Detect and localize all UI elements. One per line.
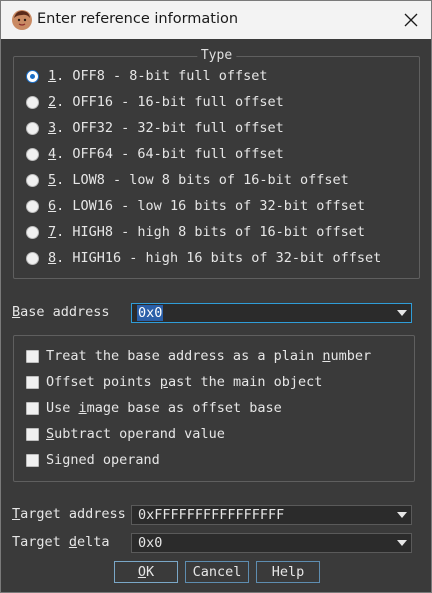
type-option-5[interactable]: 5. LOW8 - low 8 bits of 16-bit offset [26,170,349,190]
type-option-2[interactable]: 2. OFF16 - 16-bit full offset [26,92,284,112]
window-title: Enter reference information [37,11,239,27]
cancel-button[interactable]: Cancel [185,561,249,583]
close-icon [404,13,418,27]
type-option-label: 2. OFF16 - 16-bit full offset [48,94,284,110]
type-option-label: 1. OFF8 - 8-bit full offset [48,68,268,84]
radio-button[interactable] [26,199,39,213]
radio-button[interactable] [26,147,39,161]
option-checkbox-5[interactable]: Signed operand [26,450,160,470]
option-label: Signed operand [46,452,160,468]
radio-button[interactable] [26,121,39,135]
chevron-down-icon[interactable] [393,304,411,322]
target-delta-label: Target delta [12,534,110,550]
close-button[interactable] [391,1,431,39]
type-group-legend: Type [196,48,237,63]
checkbox[interactable] [26,349,39,363]
base-address-label: Base address [12,304,110,320]
type-option-label: 5. LOW8 - low 8 bits of 16-bit offset [48,172,349,188]
type-option-7[interactable]: 7. HIGH8 - high 8 bits of 16-bit offset [26,222,365,242]
app-icon [11,9,33,31]
radio-button[interactable] [26,251,39,265]
radio-button[interactable] [26,225,39,239]
type-option-label: 4. OFF64 - 64-bit full offset [48,146,284,162]
type-group: Type 1. OFF8 - 8-bit full offset 2. OFF16… [13,48,420,279]
type-option-label: 8. HIGH16 - high 16 bits of 32-bit offse… [48,250,382,266]
target-address-value[interactable]: 0xFFFFFFFFFFFFFFFF [138,507,284,523]
target-delta-value[interactable]: 0x0 [138,535,162,551]
chevron-down-icon[interactable] [393,534,411,552]
target-delta-combo[interactable]: 0x0 [131,533,412,553]
help-button[interactable]: Help [256,561,320,583]
dialog-content: Type 1. OFF8 - 8-bit full offset 2. OFF16… [1,39,431,592]
option-checkbox-4[interactable]: Subtract operand value [26,424,225,444]
type-option-6[interactable]: 6. LOW16 - low 16 bits of 32-bit offset [26,196,365,216]
option-label: Treat the base address as a plain number [46,348,372,364]
ok-button[interactable]: OK [114,561,178,583]
checkbox[interactable] [26,401,39,415]
target-address-label: Target address [12,506,126,522]
type-option-label: 6. LOW16 - low 16 bits of 32-bit offset [48,198,366,214]
option-checkbox-2[interactable]: Offset points past the main object [26,372,322,392]
options-group: Treat the base address as a plain number… [13,335,415,482]
checkbox[interactable] [26,427,39,441]
radio-button[interactable] [26,95,39,109]
option-checkbox-1[interactable]: Treat the base address as a plain number [26,346,371,366]
option-label: Subtract operand value [46,426,225,442]
reference-dialog: Enter reference information Type 1. OFF8… [0,0,432,593]
type-option-label: 3. OFF32 - 32-bit full offset [48,120,284,136]
type-option-3[interactable]: 3. OFF32 - 32-bit full offset [26,118,284,138]
checkbox[interactable] [26,375,39,389]
option-label: Use image base as offset base [46,400,282,416]
option-checkbox-3[interactable]: Use image base as offset base [26,398,282,418]
type-option-1[interactable]: 1. OFF8 - 8-bit full offset [26,66,267,86]
chevron-down-icon[interactable] [393,506,411,524]
target-address-combo[interactable]: 0xFFFFFFFFFFFFFFFF [131,505,412,525]
option-label: Offset points past the main object [46,374,323,390]
radio-button[interactable] [26,69,39,83]
checkbox[interactable] [26,453,39,467]
base-address-value[interactable]: 0x0 [137,305,164,321]
radio-button[interactable] [26,173,39,187]
type-option-label: 7. HIGH8 - high 8 bits of 16-bit offset [48,224,366,240]
type-option-8[interactable]: 8. HIGH16 - high 16 bits of 32-bit offse… [26,248,381,268]
base-address-combo[interactable]: 0x0 [131,303,412,323]
title-bar[interactable]: Enter reference information [1,1,431,39]
type-option-4[interactable]: 4. OFF64 - 64-bit full offset [26,144,284,164]
